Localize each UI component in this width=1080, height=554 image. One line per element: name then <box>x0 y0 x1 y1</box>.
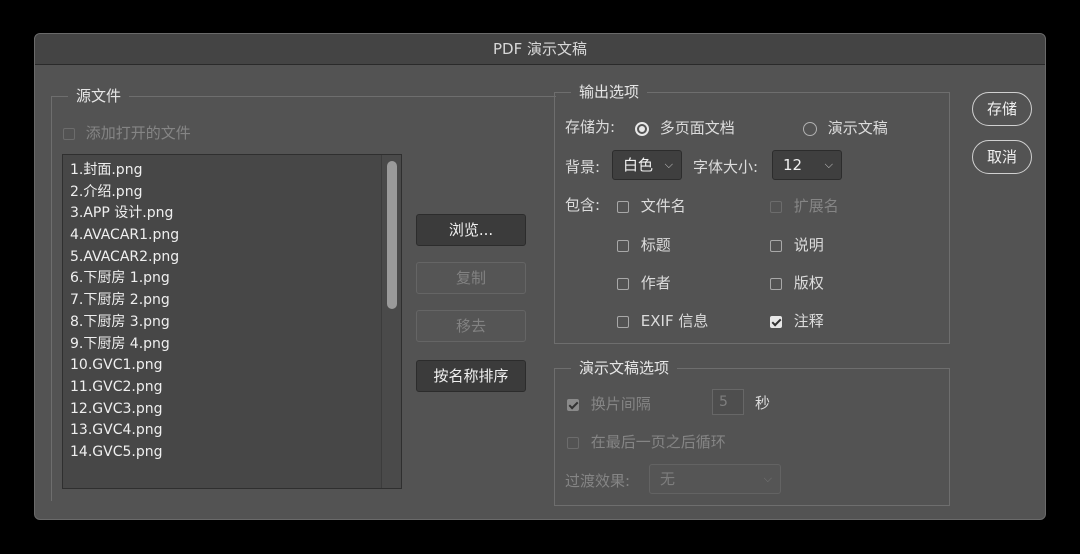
scrollbar-thumb[interactable] <box>387 161 397 309</box>
dialog-title: PDF 演示文稿 <box>35 34 1045 65</box>
browse-button[interactable]: 浏览... <box>416 214 526 246</box>
author-label: 作者 <box>640 274 671 292</box>
output-options-title: 输出选项 <box>571 82 648 102</box>
sort-by-name-button[interactable]: 按名称排序 <box>416 360 526 392</box>
background-select[interactable]: 白色 ⌵ <box>612 150 682 180</box>
file-list-item[interactable]: 7.下厨房 2.png <box>70 290 401 312</box>
duplicate-button[interactable]: 复制 <box>416 262 526 294</box>
seconds-unit-label: 秒 <box>755 394 771 412</box>
extension-label: 扩展名 <box>793 197 839 215</box>
include-description-checkbox[interactable]: 说明 <box>770 234 824 255</box>
chevron-down-icon: ⌵ <box>824 158 833 171</box>
font-size-value: 12 <box>783 156 803 174</box>
font-size-select[interactable]: 12 ⌵ <box>772 150 842 180</box>
filename-box[interactable] <box>617 200 629 213</box>
loop-after-last-page-checkbox[interactable]: 在最后一页之后循环 <box>567 431 726 452</box>
background-label: 背景: <box>565 158 601 176</box>
pdf-presentation-dialog: PDF 演示文稿 源文件 添加打开的文件 1.封面.png 2.介绍.png 3.A… <box>34 33 1046 520</box>
include-label: 包含: <box>565 196 601 214</box>
copyright-box[interactable] <box>770 277 782 290</box>
file-list-item[interactable]: 1.封面.png <box>70 160 401 182</box>
exif-label: EXIF 信息 <box>640 312 709 330</box>
presentation-options-title: 演示文稿选项 <box>571 358 678 378</box>
file-list-items: 1.封面.png 2.介绍.png 3.APP 设计.png 4.AVACAR1.pn… <box>63 155 401 464</box>
file-list-item[interactable]: 3.APP 设计.png <box>70 203 401 225</box>
remove-button[interactable]: 移去 <box>416 310 526 342</box>
save-as-presentation-radio[interactable]: 演示文稿 <box>803 117 888 138</box>
file-list-item[interactable]: 14.GVC5.png <box>70 442 401 464</box>
annotations-label: 注释 <box>793 312 824 330</box>
background-value: 白色 <box>623 156 654 174</box>
transition-label: 过渡效果: <box>565 472 631 490</box>
save-button[interactable]: 存储 <box>972 92 1032 126</box>
transition-select[interactable]: 无 ⌵ <box>649 464 781 494</box>
chevron-down-icon: ⌵ <box>763 472 772 485</box>
multipage-radio-label: 多页面文档 <box>659 119 735 137</box>
multipage-radio-dot[interactable] <box>635 121 649 136</box>
include-annotations-checkbox[interactable]: 注释 <box>770 310 824 331</box>
file-list-item[interactable]: 9.下厨房 4.png <box>70 334 401 356</box>
include-author-checkbox[interactable]: 作者 <box>617 272 671 293</box>
font-size-label: 字体大小: <box>693 158 759 176</box>
title-label: 标题 <box>640 236 671 254</box>
presentation-radio-dot[interactable] <box>803 121 817 136</box>
add-open-files-checkbox[interactable]: 添加打开的文件 <box>63 122 191 143</box>
add-open-files-box[interactable] <box>63 127 75 140</box>
file-list-item[interactable]: 5.AVACAR2.png <box>70 247 401 269</box>
file-list-item[interactable]: 2.介绍.png <box>70 182 401 204</box>
advance-every-label: 换片间隔 <box>590 395 651 413</box>
presentation-radio-label: 演示文稿 <box>827 119 888 137</box>
include-extension-checkbox[interactable]: 扩展名 <box>770 195 839 216</box>
file-list-item[interactable]: 8.下厨房 3.png <box>70 312 401 334</box>
file-list-item[interactable]: 11.GVC2.png <box>70 377 401 399</box>
advance-every-checkbox[interactable]: 换片间隔 <box>567 393 651 414</box>
copyright-label: 版权 <box>793 274 824 292</box>
loop-box[interactable] <box>567 436 579 449</box>
file-list-item[interactable]: 13.GVC4.png <box>70 420 401 442</box>
source-files-title: 源文件 <box>68 86 130 106</box>
advance-every-box[interactable] <box>567 398 579 411</box>
include-exif-checkbox[interactable]: EXIF 信息 <box>617 310 708 331</box>
exif-box[interactable] <box>617 315 629 328</box>
cancel-button[interactable]: 取消 <box>972 140 1032 174</box>
annotations-box[interactable] <box>770 315 782 328</box>
description-box[interactable] <box>770 239 782 252</box>
include-title-checkbox[interactable]: 标题 <box>617 234 671 255</box>
transition-value: 无 <box>660 470 676 488</box>
file-list[interactable]: 1.封面.png 2.介绍.png 3.APP 设计.png 4.AVACAR1.pn… <box>62 154 402 489</box>
include-filename-checkbox[interactable]: 文件名 <box>617 195 686 216</box>
description-label: 说明 <box>793 236 824 254</box>
advance-seconds-input[interactable]: 5 <box>712 389 744 415</box>
file-list-item[interactable]: 6.下厨房 1.png <box>70 268 401 290</box>
file-list-scrollbar[interactable] <box>381 155 401 488</box>
filename-label: 文件名 <box>640 197 686 215</box>
save-as-multipage-radio[interactable]: 多页面文档 <box>635 117 735 138</box>
chevron-down-icon: ⌵ <box>664 158 673 171</box>
include-copyright-checkbox[interactable]: 版权 <box>770 272 824 293</box>
file-list-item[interactable]: 4.AVACAR1.png <box>70 225 401 247</box>
extension-box[interactable] <box>770 200 782 213</box>
file-list-item[interactable]: 12.GVC3.png <box>70 399 401 421</box>
save-as-label: 存储为: <box>565 118 616 136</box>
author-box[interactable] <box>617 277 629 290</box>
file-list-item[interactable]: 10.GVC1.png <box>70 355 401 377</box>
add-open-files-label: 添加打开的文件 <box>85 124 191 142</box>
loop-label: 在最后一页之后循环 <box>590 433 726 451</box>
title-box[interactable] <box>617 239 629 252</box>
